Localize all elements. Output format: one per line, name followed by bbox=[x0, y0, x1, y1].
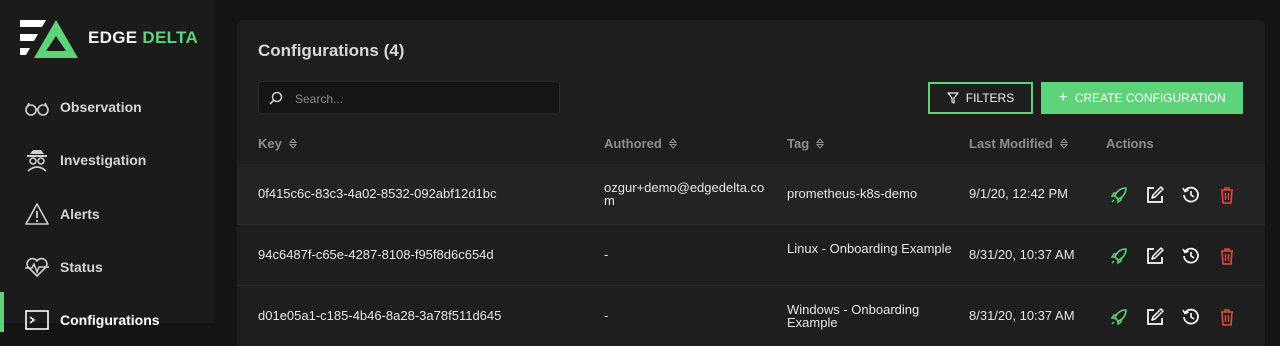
create-configuration-button[interactable]: + CREATE CONFIGURATION bbox=[1041, 82, 1243, 114]
page-title: Configurations (4) bbox=[258, 41, 405, 60]
sidebar-item-label: Observation bbox=[60, 99, 142, 115]
cell-last-modified: 9/1/20, 12:42 PM bbox=[969, 186, 1069, 201]
table-row[interactable]: 94c6487f-c65e-4287-8108-f95f8d6c654d - L… bbox=[237, 225, 1265, 285]
sidebar-item-investigation[interactable]: Investigation bbox=[0, 140, 214, 180]
sidebar-item-status[interactable]: Status bbox=[0, 247, 214, 287]
cell-last-modified: 8/31/20, 10:37 AM bbox=[969, 247, 1075, 262]
delete-icon[interactable] bbox=[1217, 307, 1237, 327]
edit-icon[interactable] bbox=[1145, 185, 1165, 205]
brand-name: EDGE DELTA bbox=[88, 28, 199, 47]
cell-key: 94c6487f-c65e-4287-8108-f95f8d6c654d bbox=[258, 247, 494, 262]
sidebar-item-observation[interactable]: Observation bbox=[0, 87, 214, 127]
column-header-authored[interactable]: Authored bbox=[604, 136, 677, 151]
sidebar-item-label: Alerts bbox=[60, 206, 100, 222]
cell-authored: - bbox=[604, 308, 609, 323]
sort-icon bbox=[288, 138, 297, 149]
sidebar-item-label: Configurations bbox=[60, 312, 160, 328]
terminal-icon bbox=[25, 310, 49, 330]
glasses-icon bbox=[25, 102, 49, 116]
edit-icon[interactable] bbox=[1145, 307, 1165, 327]
history-icon[interactable] bbox=[1181, 185, 1201, 205]
cell-authored: - bbox=[604, 247, 609, 262]
edit-icon[interactable] bbox=[1145, 246, 1165, 266]
filter-icon bbox=[947, 92, 959, 104]
cell-key: 0f415c6c-83c3-4a02-8532-092abf12d1bc bbox=[258, 186, 497, 201]
cell-last-modified: 8/31/20, 10:37 AM bbox=[969, 308, 1075, 323]
top-strip bbox=[214, 0, 1280, 18]
sidebar: EDGE DELTA Observation Investigation Ale… bbox=[0, 0, 214, 332]
row-actions bbox=[1109, 246, 1239, 266]
sidebar-item-label: Investigation bbox=[60, 152, 147, 168]
history-icon[interactable] bbox=[1181, 307, 1201, 327]
sort-icon bbox=[816, 138, 825, 149]
plus-icon: + bbox=[1058, 89, 1068, 106]
spy-icon bbox=[27, 150, 47, 172]
row-actions bbox=[1109, 185, 1239, 205]
deploy-rocket-icon[interactable] bbox=[1109, 185, 1129, 205]
edge-delta-logo[interactable]: EDGE DELTA bbox=[18, 18, 198, 58]
search-input[interactable] bbox=[293, 82, 557, 115]
cell-tag: prometheus-k8s-demo bbox=[787, 186, 918, 201]
warning-icon bbox=[25, 203, 49, 225]
cell-tag: Linux - Onboarding Example bbox=[787, 241, 952, 256]
sidebar-item-label: Status bbox=[60, 259, 103, 275]
cell-tag: Windows - Onboarding Example bbox=[787, 302, 920, 330]
deploy-rocket-icon[interactable] bbox=[1109, 246, 1129, 266]
create-configuration-label: CREATE CONFIGURATION bbox=[1074, 91, 1226, 105]
search-box[interactable] bbox=[258, 81, 560, 115]
column-header-tag[interactable]: Tag bbox=[787, 136, 825, 151]
heartbeat-icon bbox=[25, 257, 49, 277]
filters-label: FILTERS bbox=[965, 91, 1015, 105]
column-header-key[interactable]: Key bbox=[258, 136, 297, 151]
table-row[interactable]: 0f415c6c-83c3-4a02-8532-092abf12d1bc ozg… bbox=[237, 164, 1265, 224]
history-icon[interactable] bbox=[1181, 246, 1201, 266]
row-actions bbox=[1109, 307, 1239, 327]
edge-delta-logo-icon bbox=[20, 20, 78, 58]
cell-authored: ozgur+demo@edgedelta.com bbox=[604, 180, 765, 208]
deploy-rocket-icon[interactable] bbox=[1109, 307, 1129, 327]
sort-icon bbox=[668, 138, 677, 149]
search-icon bbox=[269, 91, 283, 105]
table-row[interactable]: d01e05a1-c185-4b46-8a28-3a78f511d645 - W… bbox=[237, 286, 1265, 346]
sort-icon bbox=[1059, 138, 1068, 149]
delete-icon[interactable] bbox=[1217, 185, 1237, 205]
configurations-panel: Configurations (4) FILTERS + CREATE CONF… bbox=[237, 20, 1265, 346]
filters-button[interactable]: FILTERS bbox=[928, 82, 1033, 114]
column-header-last-modified[interactable]: Last Modified bbox=[969, 136, 1068, 151]
sidebar-item-configurations[interactable]: Configurations bbox=[0, 300, 214, 340]
delete-icon[interactable] bbox=[1217, 246, 1237, 266]
column-header-actions: Actions bbox=[1106, 136, 1154, 151]
cell-key: d01e05a1-c185-4b46-8a28-3a78f511d645 bbox=[258, 308, 502, 323]
sidebar-item-alerts[interactable]: Alerts bbox=[0, 194, 214, 234]
